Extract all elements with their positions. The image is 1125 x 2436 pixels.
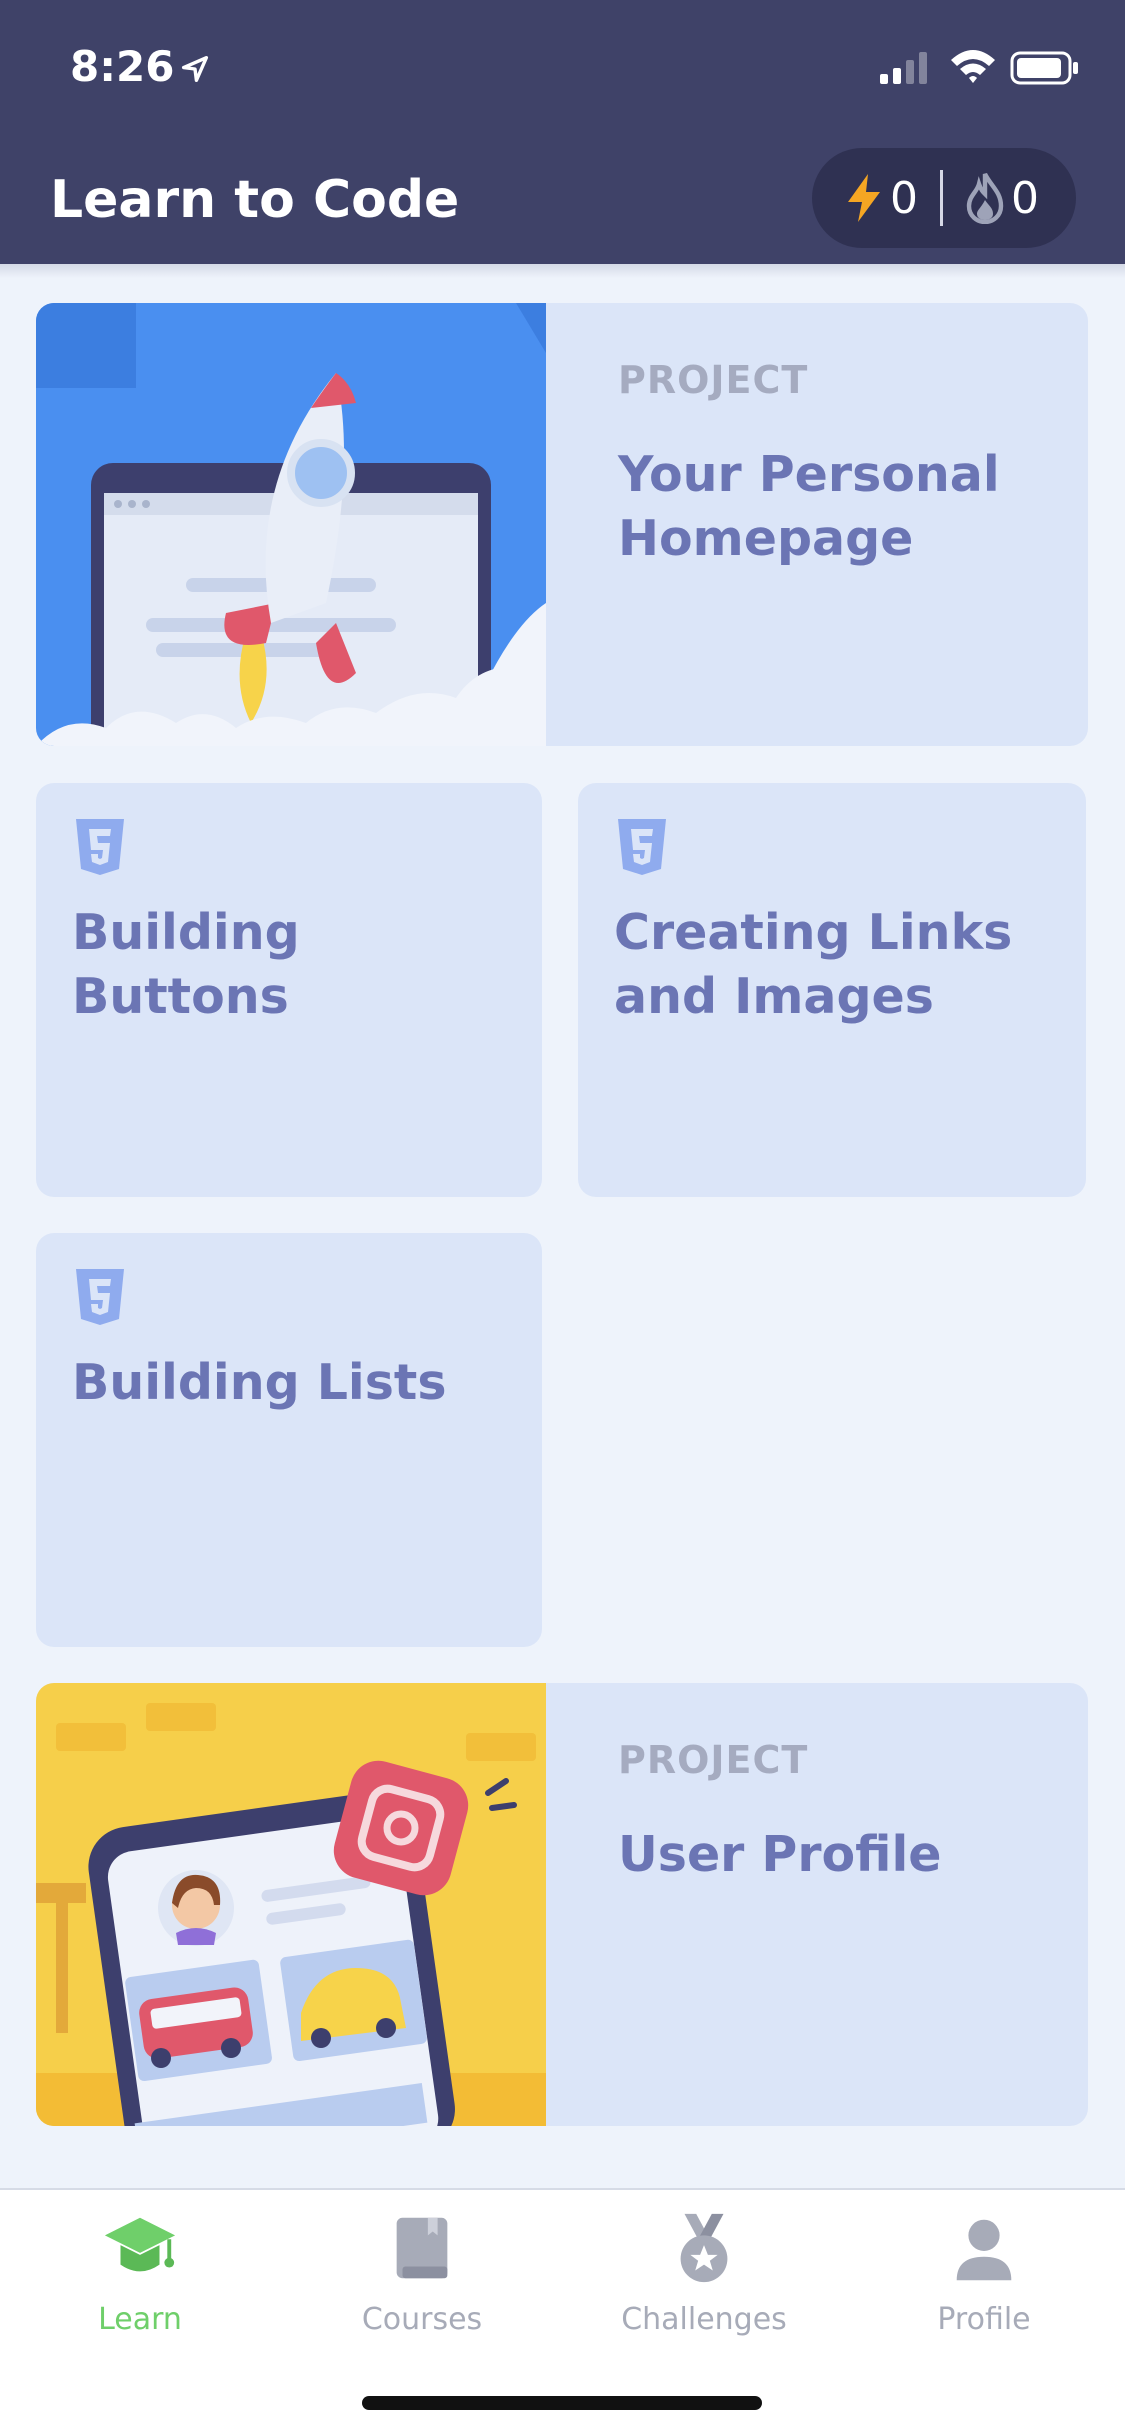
- user-icon: [956, 2219, 1012, 2281]
- bolts-stat: 0: [844, 172, 918, 224]
- user-profile-illustration: [36, 1683, 546, 2126]
- project-card-user-profile[interactable]: PROJECT User Profile: [36, 1683, 1088, 2126]
- bolts-count: 0: [890, 172, 918, 224]
- card-kicker: PROJECT: [618, 358, 809, 402]
- lesson-card-building-buttons[interactable]: Building Buttons: [36, 783, 542, 1197]
- tab-challenges[interactable]: Challenges: [584, 2210, 824, 2337]
- app-header: 8:26 Learn to Code 0 0: [0, 0, 1125, 264]
- card-title: Building Buttons: [72, 904, 300, 1025]
- page-title: Learn to Code: [50, 170, 460, 230]
- lesson-card-creating-links-and-images[interactable]: Creating Links and Images: [578, 783, 1086, 1197]
- lightning-bolt-icon: [848, 174, 880, 222]
- tab-label: Profile: [937, 2302, 1031, 2337]
- card-title: User Profile: [618, 1826, 942, 1883]
- cellular-signal-icon: [880, 50, 927, 84]
- card-title: Creating Links and Images: [614, 904, 1013, 1025]
- html5-icon: [76, 1269, 124, 1325]
- battery-icon: [1010, 51, 1078, 85]
- tab-courses[interactable]: Courses: [302, 2210, 542, 2337]
- rocket-illustration: [36, 303, 546, 746]
- status-time: 8:26: [70, 42, 175, 91]
- tab-label: Courses: [361, 2302, 483, 2337]
- stats-divider: [940, 170, 943, 226]
- book-icon: [396, 2217, 448, 2279]
- stats-pill[interactable]: 0 0: [812, 148, 1076, 248]
- tab-learn[interactable]: Learn: [20, 2210, 260, 2337]
- card-title: Your Personal Homepage: [618, 446, 1000, 567]
- card-title: Building Lists: [72, 1354, 447, 1411]
- flame-icon: [966, 172, 1004, 224]
- tab-label: Learn: [98, 2302, 182, 2337]
- medal-icon: [680, 2213, 728, 2283]
- lesson-card-building-lists[interactable]: Building Lists: [36, 1233, 542, 1647]
- streak-count: 0: [1011, 172, 1039, 224]
- html5-icon: [618, 819, 666, 875]
- home-indicator: [362, 2396, 762, 2410]
- html5-icon: [76, 819, 124, 875]
- card-kicker: PROJECT: [618, 1738, 809, 1782]
- wifi-icon: [951, 50, 995, 83]
- location-arrow-icon: [181, 55, 209, 83]
- project-card-personal-homepage[interactable]: PROJECT Your Personal Homepage: [36, 303, 1088, 746]
- tab-profile[interactable]: Profile: [864, 2210, 1104, 2337]
- tab-label: Challenges: [621, 2302, 787, 2337]
- streak-stat: 0: [965, 172, 1039, 224]
- graduation-cap-icon: [104, 2217, 176, 2272]
